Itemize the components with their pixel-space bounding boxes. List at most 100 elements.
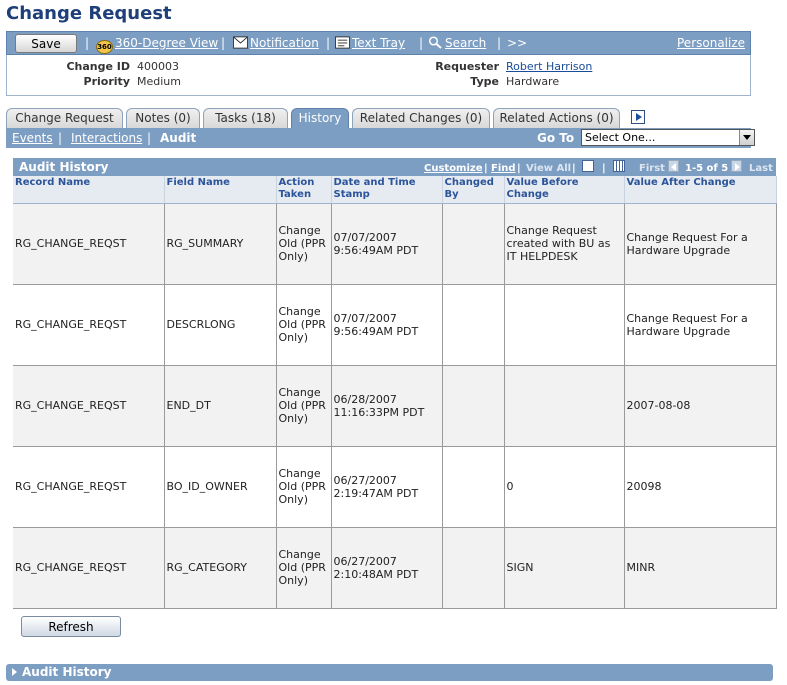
grid-title: Audit History — [19, 160, 109, 174]
timestamp-cell: 06/27/2007 2:10:48AM PDT — [331, 527, 443, 609]
tab-bar: Change Request Notes (0) Tasks (18) Hist… — [6, 108, 776, 128]
subnav-divider: | — [58, 131, 63, 145]
type-label: Type — [470, 75, 499, 88]
change-id-value: 400003 — [137, 60, 179, 73]
more-toolbar-button[interactable]: >> — [507, 36, 527, 50]
tab-tasks[interactable]: Tasks (18) — [203, 108, 288, 128]
toolbar: Save | 360 360-Degree View | Notification… — [6, 31, 751, 55]
toolbar-divider: | — [419, 36, 424, 50]
requester-label: Requester — [435, 60, 499, 73]
grid-divider: | — [517, 163, 521, 174]
next-page-icon — [731, 160, 742, 172]
table-row: RG_CHANGE_REQST DESCRLONG Change Old (PP… — [13, 284, 777, 366]
toolbar-divider: | — [326, 36, 331, 50]
requester-link[interactable]: Robert Harrison — [506, 60, 592, 73]
toolbar-divider: | — [85, 36, 90, 50]
record-name-cell: RG_CHANGE_REQST — [13, 284, 165, 366]
action-taken-cell: Change Old (PPR Only) — [276, 284, 332, 366]
value-before-cell: SIGN — [504, 527, 625, 609]
expand-triangle-icon — [12, 668, 17, 676]
value-after-cell: Change Request For a Hardware Upgrade — [624, 203, 777, 285]
search-link[interactable]: Search — [428, 36, 486, 50]
value-before-cell — [504, 365, 625, 447]
action-taken-cell: Change Old (PPR Only) — [276, 446, 332, 528]
tab-related-actions[interactable]: Related Actions (0) — [493, 108, 620, 128]
download-spreadsheet-icon[interactable] — [613, 160, 625, 172]
value-after-cell: Change Request For a Hardware Upgrade — [624, 284, 777, 366]
changed-by-cell — [442, 203, 505, 285]
tab-related-changes[interactable]: Related Changes (0) — [352, 108, 490, 128]
column-header: Changed By — [442, 176, 505, 204]
chevron-down-icon — [739, 130, 754, 145]
tab-change-request[interactable]: Change Request — [6, 108, 123, 128]
grid-divider: | — [484, 163, 488, 174]
grid-divider: | — [602, 163, 606, 174]
toolbar-divider: | — [497, 36, 502, 50]
field-name-cell: RG_SUMMARY — [164, 203, 277, 285]
column-header: Record Name — [13, 176, 165, 204]
tab-notes[interactable]: Notes (0) — [126, 108, 200, 128]
find-link[interactable]: Find — [491, 163, 516, 174]
toolbar-divider: | — [221, 36, 226, 50]
timestamp-cell: 06/28/2007 11:16:33PM PDT — [331, 365, 443, 447]
table-row: RG_CHANGE_REQST RG_CATEGORY Change Old (… — [13, 527, 777, 609]
previous-page-icon — [668, 160, 679, 172]
value-after-cell: 20098 — [624, 446, 777, 528]
record-name-cell: RG_CHANGE_REQST — [13, 365, 165, 447]
search-label: Search — [445, 36, 487, 50]
column-header: Value After Change — [624, 176, 777, 204]
text-tray-link[interactable]: Text Tray — [335, 36, 405, 50]
goto-select-value: Select One... — [585, 131, 656, 144]
customize-link[interactable]: Customize — [424, 163, 483, 174]
field-name-cell: END_DT — [164, 365, 277, 447]
timestamp-cell: 07/07/2007 9:56:49AM PDT — [331, 203, 443, 285]
interactions-link[interactable]: Interactions — [71, 131, 142, 145]
value-before-cell: Change Request created with BU as IT HEL… — [504, 203, 625, 285]
changed-by-cell — [442, 446, 505, 528]
personalize-link[interactable]: Personalize — [677, 36, 745, 50]
column-header: Field Name — [164, 176, 277, 204]
save-button[interactable]: Save — [15, 34, 77, 53]
grid-title-bar: Audit History Customize | Find | View Al… — [13, 158, 776, 176]
subnav-divider: | — [147, 131, 152, 145]
field-name-cell: BO_ID_OWNER — [164, 446, 277, 528]
last-link: Last — [749, 163, 773, 174]
360-icon: 360 — [96, 40, 113, 54]
record-name-cell: RG_CHANGE_REQST — [13, 527, 165, 609]
view-360-label: 360-Degree View — [115, 36, 219, 50]
table-header-row: Record Name Field Name Action Taken Date… — [13, 176, 777, 204]
page-title: Change Request — [6, 3, 172, 24]
tab-scroll-right-icon[interactable] — [631, 110, 645, 124]
table-row: RG_CHANGE_REQST RG_SUMMARY Change Old (P… — [13, 203, 777, 285]
first-link: First — [639, 163, 665, 174]
tab-history[interactable]: History — [291, 108, 349, 128]
change-id-label: Change ID — [66, 60, 130, 73]
history-subnav: Events | Interactions | Audit Go To Sele… — [6, 128, 755, 148]
value-before-cell — [504, 284, 625, 366]
record-name-cell: RG_CHANGE_REQST — [13, 446, 165, 528]
record-name-cell: RG_CHANGE_REQST — [13, 203, 165, 285]
view-all-link: View All — [526, 163, 572, 174]
timestamp-cell: 07/07/2007 9:56:49AM PDT — [331, 284, 443, 366]
changed-by-cell — [442, 527, 505, 609]
priority-label: Priority — [83, 75, 130, 88]
priority-value: Medium — [137, 75, 181, 88]
new-window-icon[interactable] — [582, 160, 594, 172]
changed-by-cell — [442, 284, 505, 366]
action-taken-cell: Change Old (PPR Only) — [276, 527, 332, 609]
goto-select[interactable]: Select One... — [581, 129, 755, 146]
events-link[interactable]: Events — [12, 131, 53, 145]
search-icon — [428, 36, 442, 49]
notification-link[interactable]: Notification — [233, 36, 319, 50]
table-row: RG_CHANGE_REQST BO_ID_OWNER Change Old (… — [13, 446, 777, 528]
audit-history-collapsed-section[interactable]: Audit History — [6, 664, 773, 681]
row-range: 1-5 of 5 — [685, 163, 729, 174]
refresh-button[interactable]: Refresh — [21, 616, 121, 637]
notification-label: Notification — [250, 36, 319, 50]
value-after-cell: MINR — [624, 527, 777, 609]
field-name-cell: RG_CATEGORY — [164, 527, 277, 609]
table-row: RG_CHANGE_REQST END_DT Change Old (PPR O… — [13, 365, 777, 447]
timestamp-cell: 06/27/2007 2:19:47AM PDT — [331, 446, 443, 528]
value-after-cell: 2007-08-08 — [624, 365, 777, 447]
view-360-link[interactable]: 360 360-Degree View — [96, 36, 218, 54]
